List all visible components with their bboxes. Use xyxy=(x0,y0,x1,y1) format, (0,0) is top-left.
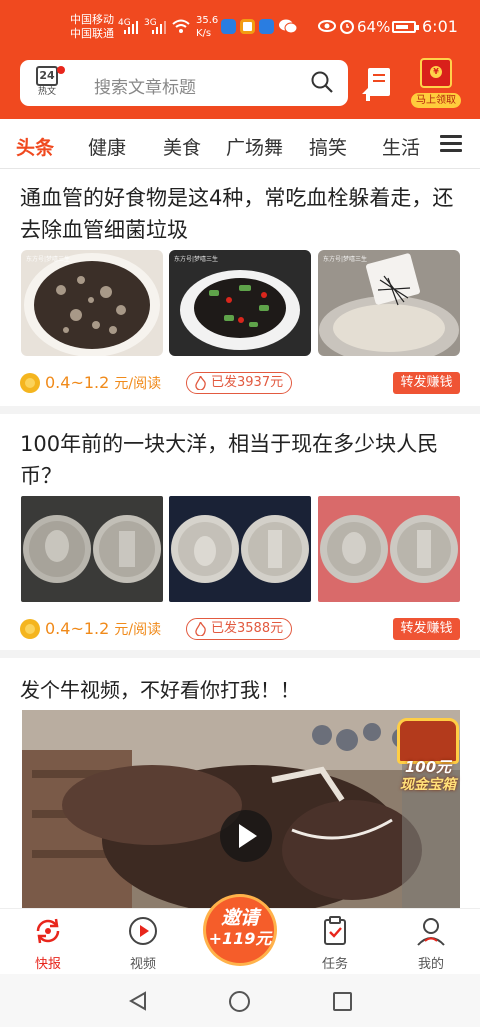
eye-icon xyxy=(318,20,336,32)
carrier-info: 中国移动 中国联通 xyxy=(70,13,114,41)
net-speed-value: 35.6 xyxy=(196,15,219,26)
reward-unit: 元/阅读 xyxy=(114,376,162,392)
invite-label: 邀请 xyxy=(220,907,259,929)
thumbnail-watermark: 东方号|梦嘻三生 xyxy=(26,256,71,263)
red-packet-button[interactable]: ¥ 马上领取 xyxy=(408,58,464,108)
notification-app-icon xyxy=(221,19,236,34)
reward-rate: 0.4~1.2 元/阅读 xyxy=(45,373,161,393)
article-thumbnail[interactable] xyxy=(21,496,163,602)
user-icon xyxy=(417,918,445,946)
reward-value: 0.4~1.2 xyxy=(45,373,110,392)
invite-button[interactable]: 邀请 +119元 xyxy=(203,894,277,966)
article-card[interactable]: 100年前的一块大洋，相当于现在多少块人民币？ 0.4~1.2 元/阅读 已发3… xyxy=(0,414,480,650)
tab-square-dance[interactable]: 广场舞 xyxy=(226,133,283,160)
article-title[interactable]: 100年前的一块大洋，相当于现在多少块人民币？ xyxy=(20,428,460,492)
coin-icon xyxy=(20,619,40,639)
notification-dot xyxy=(57,66,65,74)
forward-earn-button[interactable]: 转发赚钱 xyxy=(393,372,460,394)
tab-food[interactable]: 美食 xyxy=(163,133,201,160)
wifi-icon xyxy=(172,19,190,33)
treasure-label: 现金宝箱 xyxy=(400,777,456,793)
search-input[interactable]: 搜索文章标题 xyxy=(94,73,196,98)
reward-unit: 元/阅读 xyxy=(114,622,162,638)
alarm-icon xyxy=(340,20,354,34)
share-document-icon[interactable] xyxy=(360,64,396,104)
back-icon[interactable] xyxy=(128,991,148,1011)
red-packet-icon: ¥ xyxy=(420,58,452,88)
home-icon[interactable] xyxy=(229,991,250,1012)
fire-icon xyxy=(195,376,206,390)
logo-number: 24 xyxy=(36,66,58,86)
menu-icon[interactable] xyxy=(440,135,462,153)
article-thumbnail[interactable]: 东方号|梦嘻三生 xyxy=(318,250,460,356)
category-tabs: 头条 健康 美食 广场舞 搞笑 生活 xyxy=(0,119,480,169)
coin-icon xyxy=(20,373,40,393)
play-button[interactable] xyxy=(220,810,272,862)
reward-value: 0.4~1.2 xyxy=(45,619,110,638)
article-thumbnail[interactable]: 东方号|梦嘻三生 xyxy=(169,250,311,356)
logo-label: 热文 xyxy=(37,87,56,97)
article-card[interactable]: 通血管的好食物是这4种，常吃血栓躲着走，还去除血管细菌垃圾 东方号|梦嘻三生 东… xyxy=(0,170,480,406)
nav-news[interactable]: 快报 xyxy=(13,915,83,972)
tab-funny[interactable]: 搞笑 xyxy=(309,133,347,160)
nav-video-label: 视频 xyxy=(129,957,156,972)
battery-percent: 64% xyxy=(357,18,391,36)
app-logo[interactable]: 24 热文 xyxy=(32,66,65,100)
nav-profile-label: 我的 xyxy=(417,957,444,972)
nav-tasks-label: 任务 xyxy=(321,957,348,972)
shared-amount: 已发3937元 xyxy=(211,375,284,390)
carrier-1: 中国移动 xyxy=(70,13,114,26)
search-icon[interactable] xyxy=(310,70,334,94)
thumbnail-watermark: 东方号|梦嘻三生 xyxy=(323,256,368,263)
app-header: 24 热文 搜索文章标题 ¥ 马上领取 xyxy=(0,56,480,119)
battery-icon xyxy=(392,21,419,33)
divider xyxy=(0,406,480,414)
article-title[interactable]: 通血管的好食物是这4种，常吃血栓躲着走，还去除血管细菌垃圾 xyxy=(20,182,460,246)
shared-amount-badge: 已发3937元 xyxy=(186,372,293,394)
divider xyxy=(0,650,480,658)
clipboard-check-icon xyxy=(324,916,346,945)
net-speed-unit: K/s xyxy=(196,28,212,39)
nav-news-label: 快报 xyxy=(34,957,61,972)
notification-app-icon xyxy=(259,19,274,34)
signal-icon xyxy=(124,21,138,34)
clock: 6:01 xyxy=(422,17,458,36)
search-box[interactable]: 24 热文 搜索文章标题 xyxy=(20,60,348,106)
video-title[interactable]: 发个牛视频，不好看你打我！！ xyxy=(20,674,300,703)
status-bar: 中国移动 中国联通 4G 3G 35.6 K/s 64% 6:01 xyxy=(0,0,480,56)
invite-amount: +119元 xyxy=(208,929,272,948)
tab-health[interactable]: 健康 xyxy=(88,133,126,160)
play-circle-icon xyxy=(129,917,157,945)
forward-earn-button[interactable]: 转发赚钱 xyxy=(393,618,460,640)
nav-video[interactable]: 视频 xyxy=(108,915,178,972)
recent-apps-icon[interactable] xyxy=(333,992,352,1011)
reward-rate: 0.4~1.2 元/阅读 xyxy=(45,619,161,639)
nav-tasks[interactable]: 任务 xyxy=(300,915,370,972)
tab-life[interactable]: 生活 xyxy=(382,133,420,160)
net-speed: 35.6 K/s xyxy=(196,14,218,40)
wechat-icon xyxy=(279,19,297,34)
fire-icon xyxy=(195,622,206,636)
treasure-chest-button[interactable]: 100元 现金宝箱 xyxy=(388,718,468,796)
signal-icon-2 xyxy=(152,21,166,34)
article-thumbnail[interactable]: 东方号|梦嘻三生 xyxy=(21,250,163,356)
shared-amount: 已发3588元 xyxy=(211,621,284,636)
tab-headline[interactable]: 头条 xyxy=(16,133,54,160)
refresh-icon xyxy=(36,918,60,944)
thumbnail-watermark: 东方号|梦嘻三生 xyxy=(174,256,219,263)
system-nav-bar xyxy=(0,974,480,1027)
notification-app-icon xyxy=(240,19,255,34)
red-packet-symbol: ¥ xyxy=(430,66,442,78)
red-packet-label: 马上领取 xyxy=(411,93,461,108)
nav-profile[interactable]: 我的 xyxy=(396,915,466,972)
carrier-2: 中国联通 xyxy=(70,27,114,40)
article-thumbnail[interactable] xyxy=(169,496,311,602)
article-thumbnail[interactable] xyxy=(318,496,460,602)
shared-amount-badge: 已发3588元 xyxy=(186,618,293,640)
